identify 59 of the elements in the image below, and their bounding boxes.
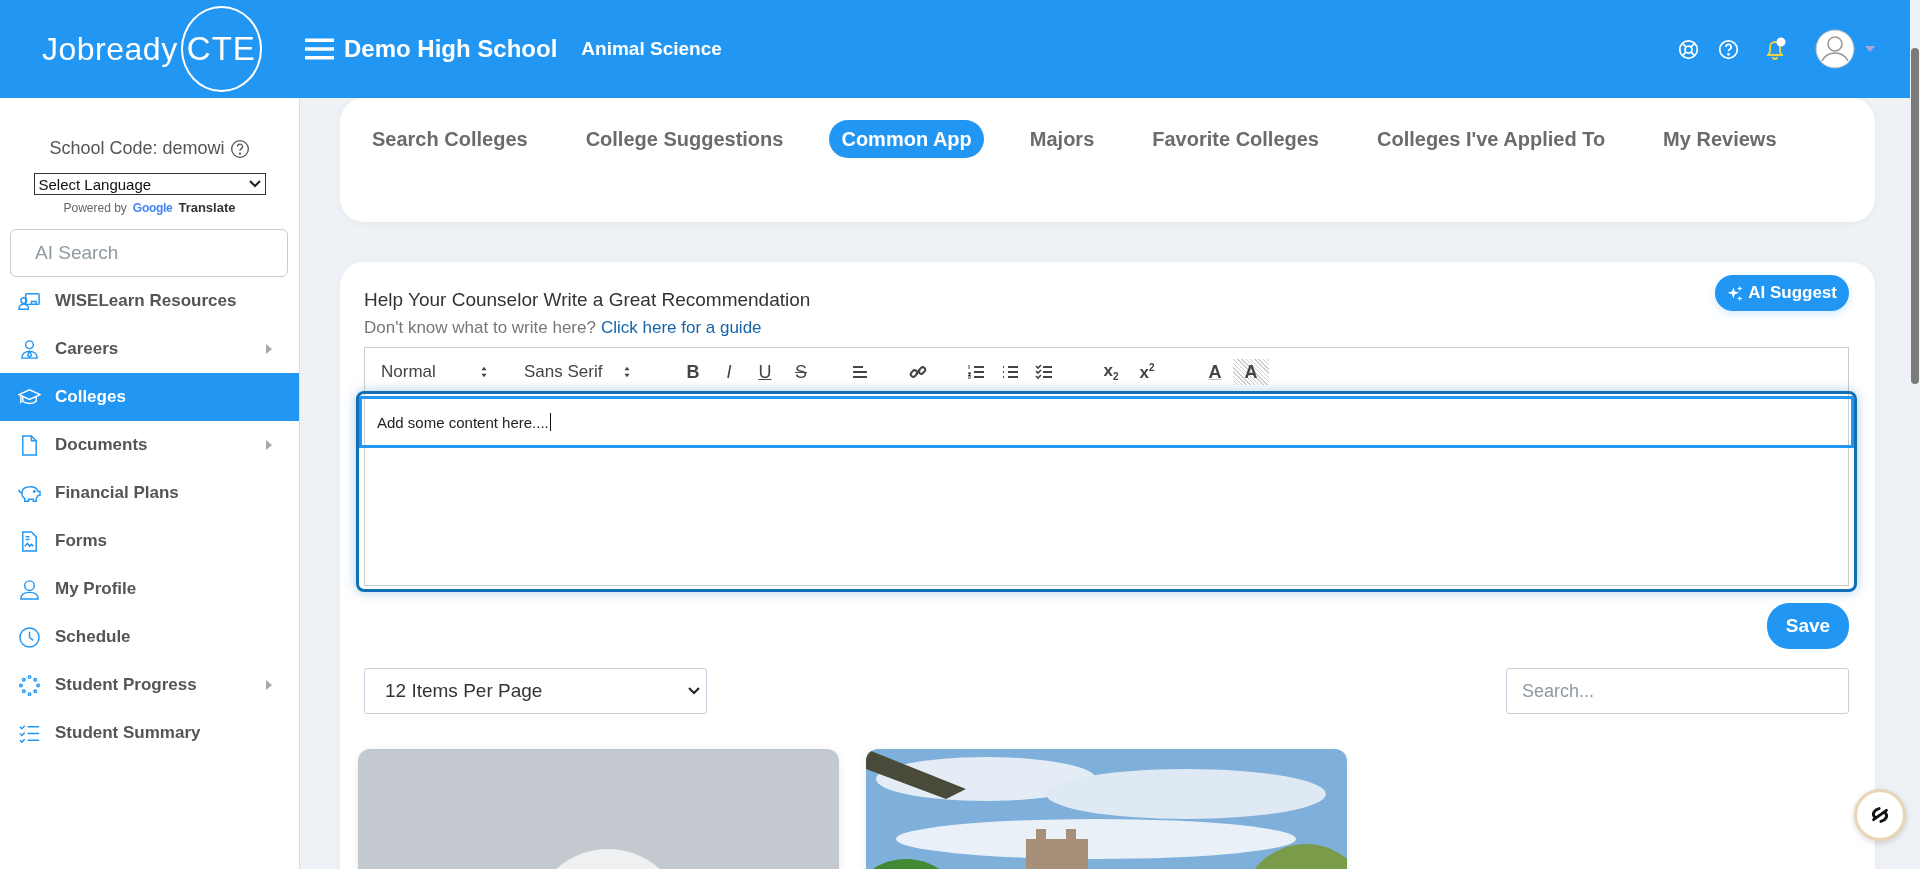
editor-field[interactable]: Add some content here.... [356,391,1857,592]
hint-text: Don't know what to write here? [364,317,596,339]
search-field[interactable]: Search... [1506,668,1849,714]
strikethrough-button[interactable]: S [783,359,819,385]
sidebar-item[interactable]: Student Summary [0,709,299,757]
tab[interactable]: Favorite Colleges [1140,120,1331,158]
link-icon[interactable] [909,363,927,381]
italic-button[interactable]: I [711,359,747,385]
sidebar-item[interactable]: Careers [0,325,299,373]
powered-by-text: Powered by [63,200,127,215]
chevron-down-icon [688,687,700,695]
underline-button[interactable]: U [747,359,783,385]
sidebar-item[interactable]: My Profile [0,565,299,613]
checklist-icon[interactable] [1035,363,1053,381]
tab[interactable]: My Reviews [1651,120,1789,158]
chat-button[interactable] [1854,789,1906,841]
tab[interactable]: Colleges I've Applied To [1365,120,1618,158]
sidebar-item[interactable]: WISELearn Resources [0,277,299,325]
sparkle-icon [1727,284,1745,302]
background-color-button[interactable]: A [1233,359,1269,385]
search-field[interactable]: AI Search [10,229,288,277]
align-left-icon[interactable] [851,363,869,381]
numbered-list-icon[interactable] [967,363,985,381]
clock-icon [18,625,41,649]
google-logo[interactable]: Google [132,200,173,215]
guide-link[interactable]: Click here for a guide [600,313,762,343]
page-size-select[interactable]: 12 Items Per Page [364,668,707,714]
help-icon[interactable] [229,138,250,159]
sidebar-item[interactable]: Forms [0,517,299,565]
bullet-list-icon[interactable] [1001,363,1019,381]
sidebar-item[interactable]: Student Progress [0,661,299,709]
school-name: Demo High School [344,35,558,63]
sidebar-item[interactable]: Financial Plans [0,469,299,517]
translate-label: Translate [178,200,236,215]
person-icon [18,337,41,361]
school-code: School Code: demowi [49,138,225,159]
chat-icon [1869,804,1891,826]
menu-icon[interactable] [305,38,334,60]
format-select[interactable]: Sans Serif [524,362,631,382]
chevron-down-icon [248,180,261,188]
sidebar-item[interactable]: Documents [0,421,299,469]
up-down-icon [623,366,631,378]
text-color-button[interactable]: A [1197,359,1233,385]
tab[interactable]: Search Colleges [360,120,540,158]
superscript-button[interactable]: x$^{2}$ [1129,359,1165,385]
lifebuoy-icon[interactable] [1678,38,1699,60]
tab[interactable]: College Suggestions [573,120,796,158]
dots-circle-icon [18,673,41,697]
program-name: Animal Science [581,38,722,60]
sidebar-item[interactable]: Schedule [0,613,299,661]
section-title: Help Your Counselor Write a Great Recommendation [364,288,811,312]
user-icon [18,577,41,601]
up-down-icon [480,366,488,378]
language-select[interactable]: Select Language [33,173,266,195]
format-select[interactable]: Normal [381,362,488,382]
subscript-button[interactable]: x$_{2}$ [1093,359,1129,385]
tab[interactable]: Majors [1017,120,1107,158]
avatar-icon[interactable] [1815,29,1855,69]
bold-button[interactable]: B [675,359,711,385]
